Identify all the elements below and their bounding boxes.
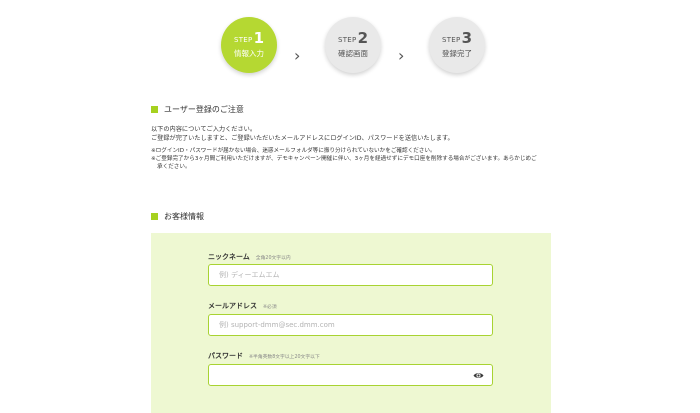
chevron-right-icon: › — [294, 46, 301, 65]
step-word: STEP — [441, 36, 461, 44]
nickname-placeholder: 例) ディーエムエム — [219, 271, 280, 279]
password-label: パスワード — [208, 352, 243, 360]
email-note: ※必須 — [263, 305, 277, 310]
step-number: 3 — [461, 29, 472, 47]
password-input[interactable] — [208, 364, 493, 386]
nickname-input[interactable]: 例) ディーエムエム — [208, 264, 493, 286]
notice-note: 承ください。 — [157, 164, 191, 171]
nickname-note: 全角20文字以内 — [255, 256, 291, 261]
customer-heading: お客様情報 — [151, 211, 204, 222]
password-note: ※半角英数8文字以上20文字以下 — [249, 355, 320, 360]
step-2: STEP 2 確認画面 — [325, 17, 381, 73]
step-indicator: STEP 1 情報入力 › STEP 2 確認画面 › STEP 3 登録完了 — [0, 17, 700, 75]
step-name: 情報入力 — [234, 49, 264, 58]
customer-form-panel: ニックネーム 全角20文字以内 例) ディーエムエム メールアドレス ※必須 例… — [151, 233, 551, 413]
customer-title: お客様情報 — [164, 212, 204, 221]
notice-note: ※ご登録完了から3ヶ月間ご利用いただけますが、デモキャンペーン開催に伴い、3ヶ月… — [151, 156, 537, 163]
step-name: 登録完了 — [442, 49, 472, 58]
step-word: STEP — [233, 36, 253, 44]
step-word: STEP — [337, 36, 357, 44]
nickname-label: ニックネーム — [208, 253, 250, 261]
nickname-label-row: ニックネーム 全角20文字以内 — [208, 252, 291, 262]
step-3: STEP 3 登録完了 — [429, 17, 485, 73]
notice-line: 以下の内容についてご入力ください。 — [151, 126, 257, 133]
notice-note: ※ログインID・パスワードが届かない場合、迷惑メールフォルダ等に振り分けられてい… — [151, 148, 436, 155]
email-input[interactable]: 例) support-dmm@sec.dmm.com — [208, 314, 493, 336]
bullet-square-icon — [151, 106, 158, 113]
step-name: 確認画面 — [338, 49, 368, 58]
notice-title: ユーザー登録のご注意 — [164, 105, 244, 114]
notice-text: 以下の内容についてご入力ください。 ご登録が完了いたしますと、ご登録いただいたメ… — [151, 126, 556, 171]
step-number: 2 — [357, 29, 368, 47]
notice-line: ご登録が完了いたしますと、ご登録いただいたメールアドレスにログインID、パスワー… — [151, 134, 454, 142]
notice-heading: ユーザー登録のご注意 — [151, 104, 244, 115]
email-label-row: メールアドレス ※必須 — [208, 301, 277, 311]
eye-icon[interactable] — [473, 371, 484, 380]
step-1: STEP 1 情報入力 — [221, 17, 277, 73]
bullet-square-icon — [151, 213, 158, 220]
email-placeholder: 例) support-dmm@sec.dmm.com — [219, 321, 335, 329]
step-number: 1 — [253, 29, 264, 47]
chevron-right-icon: › — [398, 46, 405, 65]
email-label: メールアドレス — [208, 302, 257, 310]
password-label-row: パスワード ※半角英数8文字以上20文字以下 — [208, 351, 320, 361]
